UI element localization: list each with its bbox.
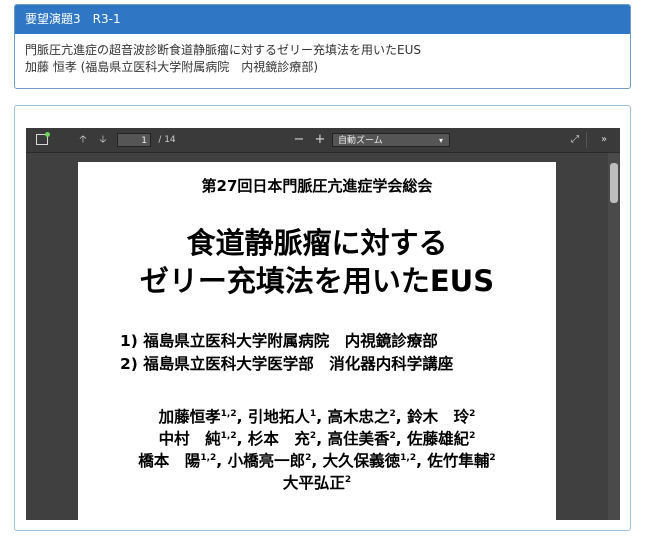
author-name: 小橋亮一郎 bbox=[227, 452, 306, 470]
author-affil: 1,2 bbox=[400, 452, 417, 463]
session-header: 要望演題3 R3-1 bbox=[15, 5, 630, 34]
author-name: 佐藤雄紀 bbox=[407, 430, 470, 448]
author-affil: 2 bbox=[469, 430, 476, 441]
author-line-2: 中村 純1,2, 杉本 充2, 高住美香2, 佐藤雄紀2 bbox=[78, 428, 556, 450]
author-name: 鈴木 玲 bbox=[407, 408, 470, 426]
presentation-info-panel: 要望演題3 R3-1 門脈圧亢進症の超音波診断食道静脈瘤に対するゼリー充填法を用… bbox=[14, 4, 631, 89]
presentation-info-body: 門脈圧亢進症の超音波診断食道静脈瘤に対するゼリー充填法を用いたEUS 加藤 恒孝… bbox=[15, 34, 630, 84]
arrow-down-icon[interactable]: 🡣 bbox=[96, 132, 110, 148]
pdf-page: 第27回日本門脈圧亢進症学会総会 食道静脈瘤に対する ゼリー充填法を用いたEUS… bbox=[78, 162, 556, 520]
viewer-toolbar: 🡡 🡣 1 / 14 − + 自動ズーム ▾ ⤢ » bbox=[26, 128, 620, 153]
slide-title-line1: 食道静脈瘤に対する bbox=[186, 226, 448, 260]
author-sep: , bbox=[236, 430, 248, 448]
author-sep: , bbox=[395, 408, 408, 426]
author-name: 橋本 陽 bbox=[138, 452, 201, 470]
author-name: 中村 純 bbox=[158, 430, 221, 448]
author-line-4: 大平弘正2 bbox=[78, 472, 556, 494]
author-line-1: 加藤恒孝1,2, 引地拓人1, 高木忠之2, 鈴木 玲2 bbox=[78, 406, 556, 428]
author-name: 佐竹隼輔 bbox=[427, 452, 490, 470]
author-sep: , bbox=[316, 408, 328, 426]
author-name: 大久保義徳 bbox=[322, 452, 401, 470]
pdf-viewer-panel: 🡡 🡣 1 / 14 − + 自動ズーム ▾ ⤢ » 第27回日本門脈圧亢進症学… bbox=[14, 105, 631, 531]
pdf-viewer: 🡡 🡣 1 / 14 − + 自動ズーム ▾ ⤢ » 第27回日本門脈圧亢進症学… bbox=[26, 128, 620, 520]
affiliation-1: 1) 福島県立医科大学附属病院 内視鏡診療部 bbox=[120, 332, 438, 350]
toolbar-divider bbox=[586, 132, 587, 148]
scrollbar-thumb[interactable] bbox=[610, 163, 618, 203]
page-count: / 14 bbox=[158, 135, 176, 145]
author-name: 大平弘正 bbox=[282, 474, 345, 492]
presentation-title: 門脈圧亢進症の超音波診断食道静脈瘤に対するゼリー充填法を用いたEUS bbox=[25, 43, 421, 57]
author-name: 引地拓人 bbox=[247, 408, 310, 426]
fullscreen-icon[interactable]: ⤢ bbox=[568, 132, 582, 148]
zoom-select[interactable]: 自動ズーム ▾ bbox=[332, 133, 450, 147]
author-affil: 2 bbox=[489, 452, 496, 463]
author-affil: 1,2 bbox=[200, 452, 217, 463]
author-affil: 1,2 bbox=[220, 408, 237, 419]
author-name: 杉本 充 bbox=[247, 430, 310, 448]
slide-affiliations: 1) 福島県立医科大学附属病院 内視鏡診療部 2) 福島県立医科大学医学部 消化… bbox=[120, 330, 453, 376]
author-sep: , bbox=[236, 408, 248, 426]
author-sep: , bbox=[416, 452, 428, 470]
author-sep: , bbox=[216, 452, 228, 470]
slide-conference-name: 第27回日本門脈圧亢進症学会総会 bbox=[201, 177, 433, 195]
vertical-scrollbar[interactable] bbox=[608, 153, 620, 520]
author-sep: , bbox=[311, 452, 323, 470]
zoom-in-button[interactable]: + bbox=[313, 132, 327, 148]
presenter-info: 加藤 恒孝 (福島県立医科大学附属病院 内視鏡診療部) bbox=[25, 60, 318, 74]
slide-authors: 加藤恒孝1,2, 引地拓人1, 高木忠之2, 鈴木 玲2 中村 純1,2, 杉本… bbox=[78, 406, 556, 494]
double-chevron-right-icon[interactable]: » bbox=[597, 132, 611, 148]
sidebar-toggle-icon[interactable] bbox=[34, 132, 50, 148]
arrow-up-icon[interactable]: 🡡 bbox=[76, 132, 90, 148]
author-name: 高木忠之 bbox=[327, 408, 390, 426]
slide-title-line2: ゼリー充填法を用いたEUS bbox=[139, 264, 495, 298]
zoom-out-button[interactable]: − bbox=[292, 132, 306, 148]
zoom-select-label: 自動ズーム bbox=[338, 136, 383, 146]
slide-title: 食道静脈瘤に対する ゼリー充填法を用いたEUS bbox=[78, 224, 556, 300]
author-affil: 1,2 bbox=[220, 430, 237, 441]
author-sep: , bbox=[395, 430, 408, 448]
chevron-down-icon: ▾ bbox=[438, 136, 443, 145]
author-sep: , bbox=[316, 430, 328, 448]
author-affil: 2 bbox=[469, 408, 476, 419]
affiliation-2: 2) 福島県立医科大学医学部 消化器内科学講座 bbox=[120, 355, 454, 373]
page-number-input[interactable]: 1 bbox=[117, 133, 151, 147]
author-name: 加藤恒孝 bbox=[158, 408, 221, 426]
author-name: 高住美香 bbox=[327, 430, 390, 448]
author-line-3: 橋本 陽1,2, 小橋亮一郎2, 大久保義徳1,2, 佐竹隼輔2 bbox=[78, 450, 556, 472]
author-affil: 2 bbox=[344, 474, 352, 485]
